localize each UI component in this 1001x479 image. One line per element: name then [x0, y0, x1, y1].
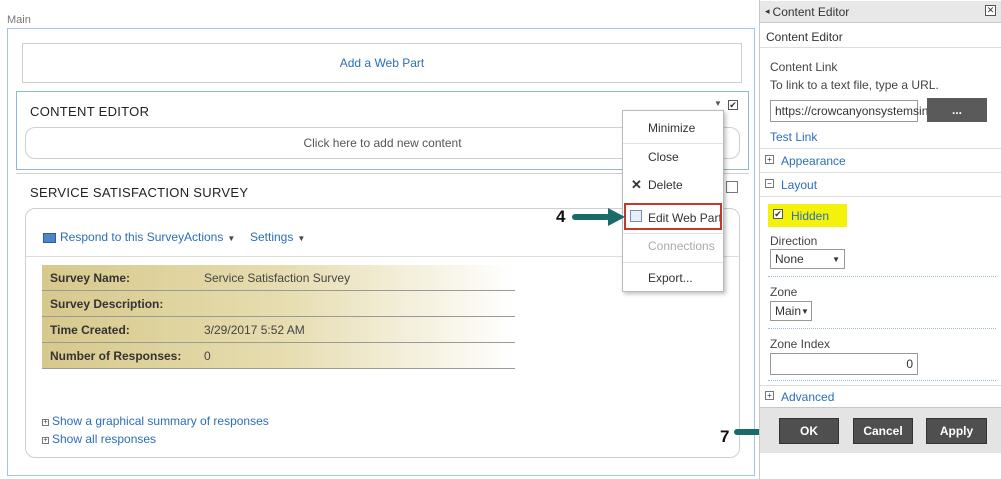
tool-pane-header: ◂ Content Editor	[760, 1, 1001, 23]
table-row: Time Created: 3/29/2017 5:52 AM	[42, 317, 515, 343]
graphical-summary-link[interactable]: + Show a graphical summary of responses	[42, 414, 269, 428]
advanced-section-toggle[interactable]: + Advanced	[764, 389, 1001, 405]
field-divider	[768, 328, 996, 329]
add-web-part-button[interactable]: Add a Web Part	[22, 43, 742, 83]
direction-label: Direction	[770, 234, 818, 248]
menu-item-close[interactable]: Close	[623, 150, 723, 164]
browse-button[interactable]: ...	[927, 98, 987, 122]
appearance-label: Appearance	[781, 154, 846, 168]
settings-caret-icon: ▼	[297, 234, 306, 243]
zone-index-input[interactable]: 0	[770, 353, 918, 375]
layout-label: Layout	[781, 178, 818, 192]
chevron-down-icon: ▼	[832, 254, 840, 264]
hidden-checkbox[interactable]: ✔	[773, 209, 783, 219]
field-divider	[768, 276, 996, 277]
row-key: Time Created:	[50, 322, 130, 337]
row-value: 0	[204, 348, 211, 363]
survey-details-table: Survey Name: Service Satisfaction Survey…	[42, 265, 515, 369]
pane-divider	[760, 47, 1001, 48]
layout-section-toggle[interactable]: − Layout	[764, 177, 1001, 193]
test-link[interactable]: Test Link	[770, 130, 817, 144]
tool-pane-title: Content Editor	[772, 4, 850, 19]
close-icon[interactable]: ✕	[985, 5, 996, 16]
row-key: Survey Name:	[50, 270, 131, 285]
web-part-select-checkbox[interactable]: ✔	[728, 100, 738, 110]
chevron-down-icon: ▼	[801, 306, 809, 316]
zone-field-label: Zone	[770, 285, 798, 299]
step-4-label: 4	[556, 207, 566, 226]
zone-select[interactable]: Main ▼	[770, 301, 812, 321]
direction-select[interactable]: None ▼	[770, 249, 845, 269]
row-value: Service Satisfaction Survey	[204, 270, 351, 285]
collapse-pane-icon[interactable]: ◂	[765, 6, 770, 17]
pane-divider	[760, 385, 1001, 386]
menu-divider	[623, 233, 723, 234]
respond-survey-icon	[43, 233, 56, 243]
hidden-label: Hidden	[791, 209, 830, 223]
content-link-value: https://crowcanyonsystemsinc.	[775, 104, 938, 118]
pane-divider	[760, 148, 1001, 149]
row-key: Number of Responses:	[50, 348, 182, 363]
advanced-label: Advanced	[781, 390, 835, 404]
appearance-section-toggle[interactable]: + Appearance	[764, 153, 1001, 169]
survey-select-checkbox[interactable]	[726, 181, 738, 193]
zone-index-value: 0	[906, 357, 913, 371]
row-value: 3/29/2017 5:52 AM	[204, 322, 305, 337]
actions-caret-icon: ▼	[227, 234, 236, 243]
content-editor-title: CONTENT EDITOR	[30, 104, 150, 119]
ok-button[interactable]: OK	[779, 418, 839, 444]
step-4-arrow-icon	[572, 208, 625, 226]
pane-divider	[760, 196, 1001, 197]
content-link-input[interactable]: https://crowcanyonsystemsinc.	[770, 100, 938, 122]
settings-label: Settings	[250, 230, 294, 244]
graphical-summary-label: Show a graphical summary of responses	[52, 414, 269, 428]
actions-menu[interactable]: Actions ▼	[184, 230, 235, 244]
add-content-label: Click here to add new content	[303, 136, 462, 150]
menu-item-export[interactable]: Export...	[623, 271, 723, 285]
apply-button[interactable]: Apply	[926, 418, 987, 444]
direction-value: None	[775, 252, 804, 266]
menu-item-connections: Connections	[648, 239, 715, 253]
delete-icon: ✕	[631, 177, 642, 192]
zone-index-label: Zone Index	[770, 337, 831, 351]
content-link-label: Content Link	[770, 60, 838, 74]
expand-icon: +	[765, 155, 774, 164]
respond-to-survey-link[interactable]: Respond to this Survey	[60, 230, 184, 244]
pane-divider	[760, 172, 1001, 173]
all-responses-label: Show all responses	[52, 432, 157, 446]
tool-pane-subtitle: Content Editor	[766, 30, 843, 44]
zone-value: Main	[775, 304, 802, 318]
expand-icon: +	[42, 437, 49, 444]
settings-menu[interactable]: Settings ▼	[250, 230, 305, 244]
table-row: Survey Description:	[42, 291, 515, 317]
zone-label: Main	[7, 14, 31, 26]
web-part-menu-caret-icon[interactable]: ▼	[714, 99, 722, 108]
survey-title: SERVICE SATISFACTION SURVEY	[30, 185, 249, 200]
menu-divider	[623, 143, 723, 144]
cancel-button[interactable]: Cancel	[853, 418, 913, 444]
edit-web-part-highlight	[624, 203, 722, 230]
collapse-icon: −	[765, 179, 774, 188]
table-row: Number of Responses: 0	[42, 343, 515, 369]
table-row: Survey Name: Service Satisfaction Survey	[42, 265, 515, 291]
content-link-hint: To link to a text file, type a URL.	[770, 78, 939, 92]
all-responses-link[interactable]: + Show all responses	[42, 432, 156, 446]
menu-divider	[623, 262, 723, 263]
actions-label: Actions	[184, 230, 224, 244]
expand-icon: +	[42, 419, 49, 426]
add-web-part-label: Add a Web Part	[339, 56, 425, 70]
field-divider	[768, 380, 996, 381]
expand-icon: +	[765, 391, 774, 400]
step-7-label: 7	[720, 427, 730, 446]
row-key: Survey Description:	[50, 296, 164, 311]
web-part-context-menu: Minimize Close Delete Edit Web Part Conn…	[622, 110, 724, 292]
menu-item-minimize[interactable]: Minimize	[623, 121, 723, 135]
